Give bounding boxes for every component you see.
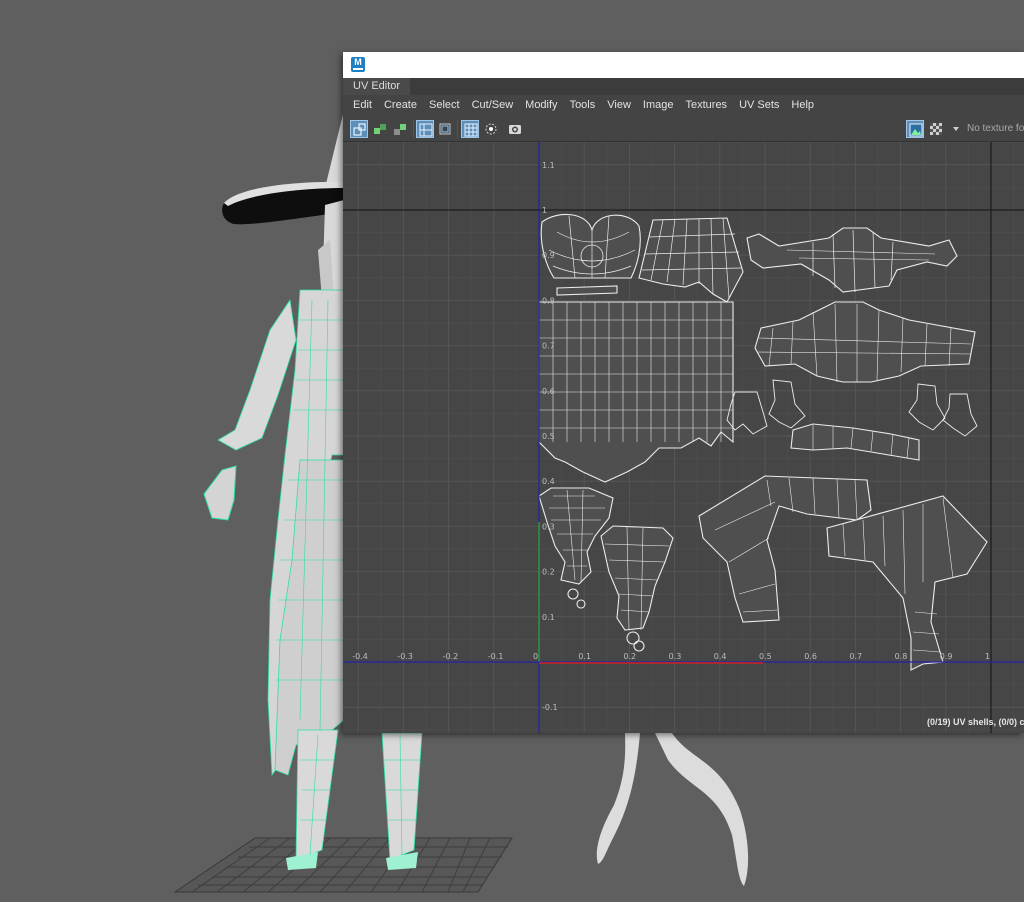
u-tick-label: 0.7 <box>849 652 862 661</box>
menu-uv-sets[interactable]: UV Sets <box>733 95 785 115</box>
u-tick-label: -0.4 <box>352 652 368 661</box>
u-tick-label: 0.8 <box>895 652 908 661</box>
uv-canvas[interactable]: -0.4 -0.3 -0.2 -0.1 0 0.1 0.2 0.3 0.4 0.5 0.6 0.7 0.… <box>343 142 1024 733</box>
uv-editor-window[interactable]: M UV Editor Edit Create Select Cut/Sew M… <box>343 52 1024 733</box>
texture-status-label: No texture fo <box>967 123 1024 134</box>
uv-layout-icon[interactable] <box>371 120 389 138</box>
v-tick-label: 0.6 <box>542 387 555 396</box>
v-tick-label: 0.7 <box>542 342 555 351</box>
texture-border-icon[interactable] <box>436 120 454 138</box>
isolate-icon[interactable] <box>482 120 500 138</box>
u-tick-label: -0.3 <box>397 652 413 661</box>
menu-help[interactable]: Help <box>785 95 820 115</box>
menu-textures[interactable]: Textures <box>679 95 733 115</box>
panel-title[interactable]: UV Editor <box>343 78 411 95</box>
ground-grid <box>173 837 513 893</box>
uv-shell-status: (0/19) UV shells, (0/0) c <box>927 717 1024 727</box>
u-tick-label: -0.2 <box>443 652 459 661</box>
u-axis-ticks: -0.4 -0.3 -0.2 -0.1 0 0.1 0.2 0.3 0.4 0.5 0.6 0.7 0.… <box>352 652 990 661</box>
u-tick-label: -0.1 <box>488 652 504 661</box>
v-tick-label: 0.9 <box>542 251 555 260</box>
v-tick-label: -0.1 <box>542 703 558 712</box>
v-tick-label: 1.1 <box>542 161 555 170</box>
u-tick-label: 0.6 <box>804 652 817 661</box>
grid-toggle-icon[interactable] <box>416 120 434 138</box>
v-tick-label: 0.1 <box>542 613 555 622</box>
u-tick-label: 0.2 <box>623 652 636 661</box>
menu-select[interactable]: Select <box>423 95 466 115</box>
checker-icon[interactable] <box>927 120 945 138</box>
u-tick-label: 0.9 <box>940 652 953 661</box>
u-tick-label: 0.1 <box>578 652 591 661</box>
v-tick-label: 0.5 <box>542 432 555 441</box>
u-tick-label: 1 <box>985 652 990 661</box>
v-tick-label: 0.4 <box>542 477 555 486</box>
u-tick-label: 0.3 <box>669 652 682 661</box>
character-tail <box>596 733 749 886</box>
menu-bar: Edit Create Select Cut/Sew Modify Tools … <box>343 95 1024 115</box>
u-tick-label: 0 <box>533 652 538 661</box>
u-tick-label: 0.5 <box>759 652 772 661</box>
v-tick-label: 0.2 <box>542 568 555 577</box>
v-tick-label: 0.8 <box>542 296 555 305</box>
menu-modify[interactable]: Modify <box>519 95 563 115</box>
maya-logo-icon: M <box>351 57 365 72</box>
panel-tab-bar: UV Editor <box>343 78 1024 95</box>
menu-view[interactable]: View <box>601 95 637 115</box>
uv-toolbar: No texture fo <box>343 115 1024 142</box>
u-tick-label: 0.4 <box>714 652 727 661</box>
menu-edit[interactable]: Edit <box>347 95 378 115</box>
uv-stack-icon[interactable] <box>391 120 409 138</box>
pixel-snap-icon[interactable] <box>461 120 479 138</box>
menu-cut-sew[interactable]: Cut/Sew <box>466 95 520 115</box>
menu-tools[interactable]: Tools <box>564 95 602 115</box>
window-titlebar[interactable]: M <box>343 52 1024 78</box>
v-tick-label: 0.3 <box>542 522 555 531</box>
image-display-icon[interactable] <box>906 120 924 138</box>
menu-create[interactable]: Create <box>378 95 423 115</box>
menu-image[interactable]: Image <box>637 95 680 115</box>
snapshot-icon[interactable] <box>506 120 524 138</box>
uv-shell-select-icon[interactable] <box>350 120 368 138</box>
v-tick-label: 1 <box>542 206 547 215</box>
dropdown-arrow-icon[interactable] <box>947 120 965 138</box>
